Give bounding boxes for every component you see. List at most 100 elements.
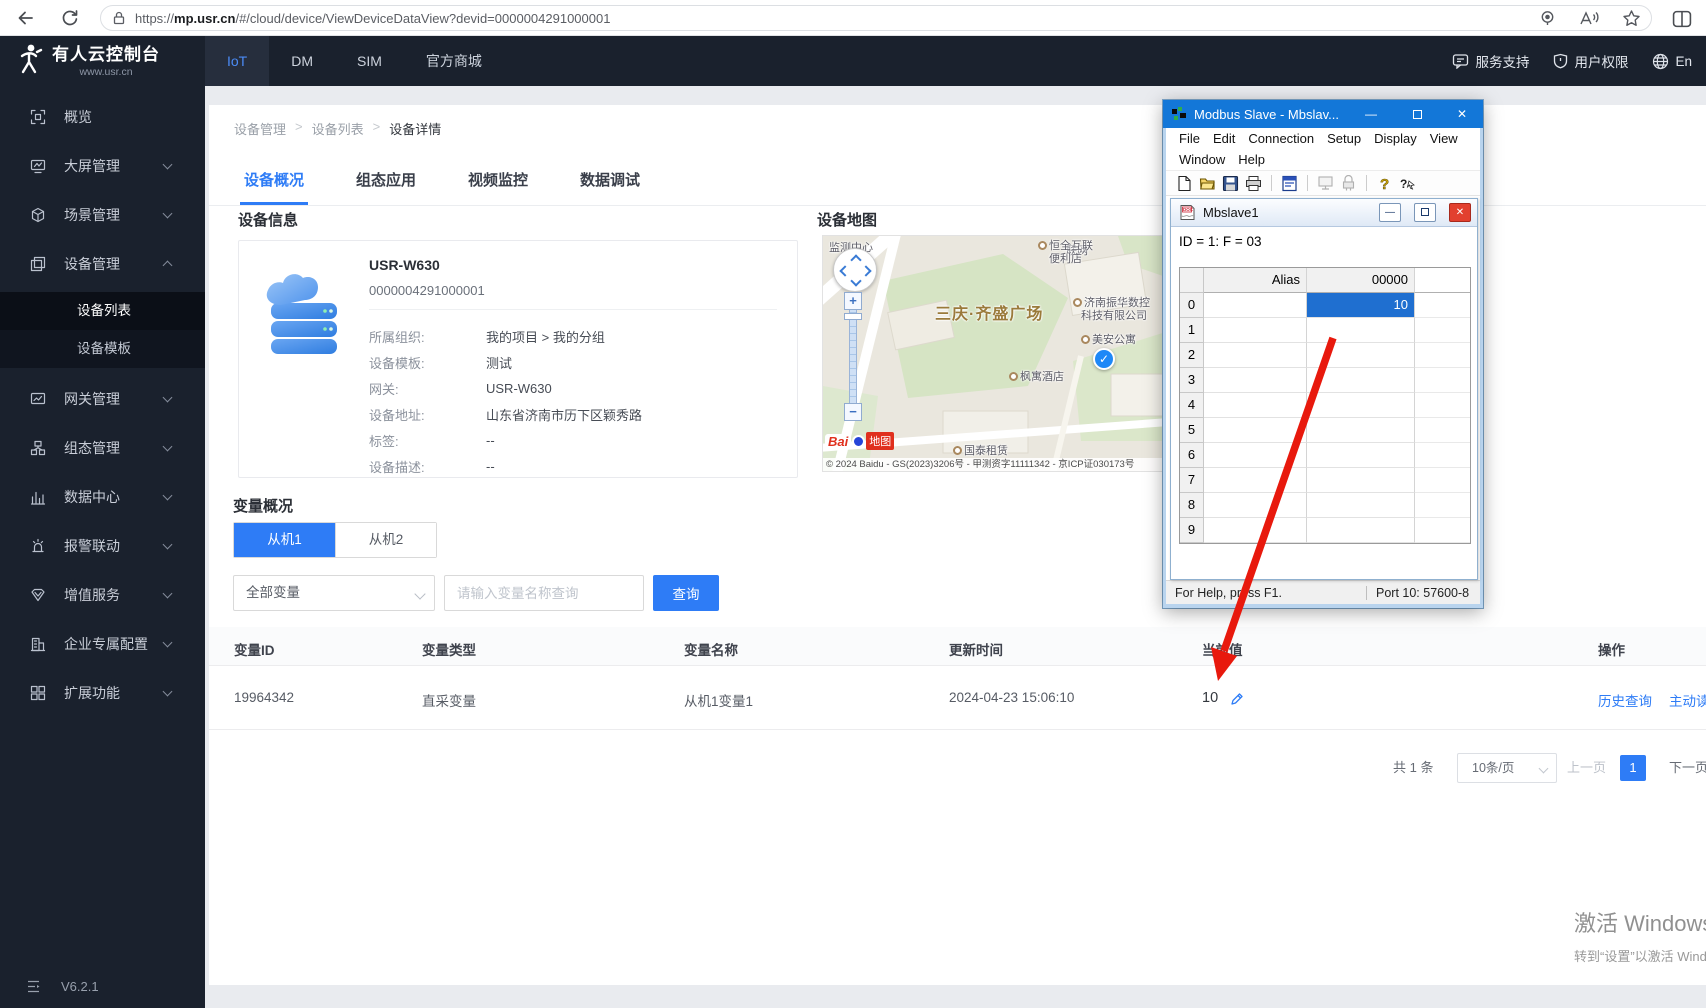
refresh-icon[interactable] (60, 8, 80, 28)
variable-search-input[interactable] (444, 575, 644, 611)
sidebar-subitem-设备列表[interactable]: 设备列表 (0, 292, 205, 330)
history-query-link[interactable]: 历史查询 (1598, 690, 1652, 710)
breadcrumb-item-设备管理[interactable]: 设备管理 (234, 119, 286, 138)
nav-SIM[interactable]: SIM (335, 36, 404, 86)
alias-cell[interactable] (1204, 443, 1307, 468)
active-read-link[interactable]: 主动读取 (1669, 690, 1706, 710)
display-settings-icon[interactable] (1281, 175, 1298, 192)
menu-File[interactable]: File (1179, 131, 1200, 146)
register-value-cell[interactable] (1307, 493, 1415, 518)
tab-slave2[interactable]: 从机2 (335, 523, 436, 557)
mbslave1-document-window[interactable]: DOC Mbslave1 — ✕ ID = 1: F = 03 Alias 00… (1170, 198, 1478, 580)
current-page-button[interactable]: 1 (1620, 755, 1646, 781)
map-zoom-handle[interactable] (844, 313, 862, 320)
sidebar-item-设备管理[interactable]: 设备管理 (0, 239, 205, 288)
menu-Help[interactable]: Help (1238, 152, 1265, 167)
favorites-star-icon[interactable] (1622, 9, 1641, 28)
menu-Setup[interactable]: Setup (1327, 131, 1361, 146)
open-folder-icon[interactable] (1199, 175, 1216, 192)
alias-cell[interactable] (1204, 318, 1307, 343)
prev-page-button[interactable]: 上一页 (1567, 757, 1606, 776)
tab-视频监控[interactable]: 视频监控 (468, 160, 528, 205)
tab-slave1[interactable]: 从机1 (234, 523, 335, 557)
register-column-header[interactable]: 00000 (1307, 268, 1415, 293)
menu-Window[interactable]: Window (1179, 152, 1225, 167)
poll-definition-icon[interactable] (1317, 175, 1334, 192)
sidebar-item-报警联动[interactable]: 报警联动 (0, 521, 205, 570)
alias-cell[interactable] (1204, 418, 1307, 443)
register-value-cell[interactable] (1307, 318, 1415, 343)
sidebar-subitem-设备模板[interactable]: 设备模板 (0, 330, 205, 368)
register-value-cell[interactable] (1307, 368, 1415, 393)
nav-IoT[interactable]: IoT (205, 36, 269, 86)
tab-设备概况[interactable]: 设备概况 (244, 160, 304, 205)
register-value-cell[interactable]: 10 (1307, 293, 1415, 318)
nav-官方商城[interactable]: 官方商城 (404, 36, 504, 86)
alias-header[interactable]: Alias (1204, 268, 1307, 293)
location-icon[interactable] (1538, 9, 1557, 28)
map-zoom-in-button[interactable]: + (844, 292, 862, 310)
alias-cell[interactable] (1204, 368, 1307, 393)
register-value-cell[interactable] (1307, 468, 1415, 493)
doc-maximize-button[interactable] (1414, 203, 1436, 222)
register-value-cell[interactable] (1307, 443, 1415, 468)
register-value-cell[interactable] (1307, 343, 1415, 368)
print-icon[interactable] (1245, 175, 1262, 192)
maximize-button[interactable] (1402, 100, 1432, 128)
next-page-button[interactable]: 下一页 (1669, 757, 1706, 776)
sidebar-item-企业专属配置[interactable]: 企业专属配置 (0, 619, 205, 668)
alias-cell[interactable] (1204, 518, 1307, 543)
alias-cell[interactable] (1204, 393, 1307, 418)
variable-filter-select[interactable]: 全部变量 (233, 575, 435, 611)
sidebar-item-大屏管理[interactable]: 大屏管理 (0, 141, 205, 190)
document-titlebar[interactable]: DOC Mbslave1 — ✕ (1171, 199, 1477, 227)
register-value-cell[interactable] (1307, 393, 1415, 418)
support-link[interactable]: 服务支持 (1452, 51, 1529, 71)
map-pan-control[interactable] (833, 248, 877, 292)
edit-value-icon[interactable] (1229, 692, 1244, 707)
register-value-cell[interactable] (1307, 418, 1415, 443)
permission-link[interactable]: 用户权限 (1553, 51, 1628, 71)
address-bar[interactable]: https://mp.usr.cn/#/cloud/device/ViewDev… (100, 5, 1652, 31)
tab-数据调试[interactable]: 数据调试 (580, 160, 640, 205)
nav-DM[interactable]: DM (269, 36, 335, 86)
back-icon[interactable] (16, 8, 36, 28)
sidebar-item-场景管理[interactable]: 场景管理 (0, 190, 205, 239)
alias-cell[interactable] (1204, 293, 1307, 318)
communication-icon[interactable] (1340, 175, 1357, 192)
page-size-select[interactable]: 10条/页 (1457, 753, 1557, 783)
modbus-slave-window[interactable]: Modbus Slave - Mbslav... — ✕ File Edit Con… (1163, 100, 1483, 608)
split-screen-icon[interactable] (1672, 9, 1692, 29)
sidebar-item-数据中心[interactable]: 数据中心 (0, 472, 205, 521)
language-switch[interactable]: En (1652, 53, 1692, 70)
alias-cell[interactable] (1204, 468, 1307, 493)
sidebar-item-扩展功能[interactable]: 扩展功能 (0, 668, 205, 717)
device-map[interactable]: 监测中心联网恒全互联便利店三庆·齐盛广场济南振华数控科技有限公司美安公寓枫寓酒店… (822, 235, 1168, 472)
map-zoom-out-button[interactable]: − (844, 403, 862, 421)
register-value-cell[interactable] (1307, 518, 1415, 543)
context-help-icon[interactable]: ? (1399, 175, 1416, 192)
doc-close-button[interactable]: ✕ (1449, 203, 1471, 222)
close-button[interactable]: ✕ (1447, 100, 1477, 128)
sidebar-item-组态管理[interactable]: 组态管理 (0, 423, 205, 472)
save-icon[interactable] (1222, 175, 1239, 192)
sidebar-item-概览[interactable]: 概览 (0, 92, 205, 141)
search-button[interactable]: 查询 (653, 575, 719, 611)
breadcrumb-item-设备列表[interactable]: 设备列表 (312, 119, 364, 138)
menu-Display[interactable]: Display (1374, 131, 1417, 146)
menu-Connection[interactable]: Connection (1248, 131, 1314, 146)
menu-View[interactable]: View (1430, 131, 1458, 146)
doc-minimize-button[interactable]: — (1379, 203, 1401, 222)
minimize-button[interactable]: — (1356, 100, 1386, 128)
logo[interactable]: 有人云控制台 www.usr.cn (14, 40, 160, 78)
menu-Edit[interactable]: Edit (1213, 131, 1235, 146)
alias-cell[interactable] (1204, 493, 1307, 518)
help-icon[interactable]: ? (1376, 175, 1393, 192)
device-location-marker[interactable]: ✓ (1093, 348, 1115, 370)
modbus-titlebar[interactable]: Modbus Slave - Mbslav... — ✕ (1163, 100, 1483, 128)
tab-组态应用[interactable]: 组态应用 (356, 160, 416, 205)
sidebar-item-网关管理[interactable]: 网关管理 (0, 374, 205, 423)
sidebar-item-增值服务[interactable]: 增值服务 (0, 570, 205, 619)
read-aloud-icon[interactable] (1579, 9, 1600, 28)
alias-cell[interactable] (1204, 343, 1307, 368)
